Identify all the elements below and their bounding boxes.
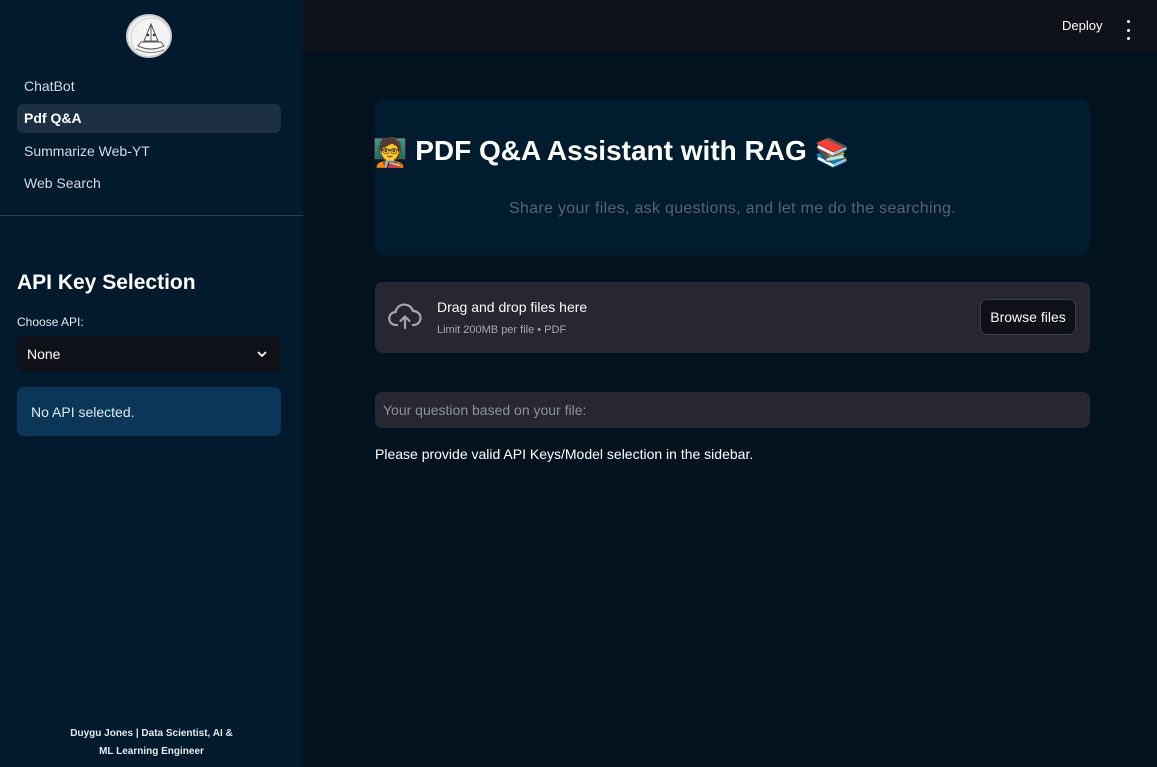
sidebar-divider (0, 215, 303, 216)
browse-files-button[interactable]: Browse files (980, 299, 1076, 335)
footer-line-1: Duygu Jones | Data Scientist, AI & (70, 728, 233, 739)
api-status-alert: No API selected. (17, 387, 281, 436)
hero-card (375, 99, 1090, 255)
footer-line-2: ML Learning Engineer (99, 746, 204, 757)
page-title-text: PDF Q&A Assistant with RAG (415, 135, 807, 166)
api-notice-text: Please provide valid API Keys/Model sele… (375, 446, 754, 462)
page-title: 🧑‍🏫 PDF Q&A Assistant with RAG 📚 (0, 135, 1157, 169)
sidebar-item-pdf-qa[interactable]: Pdf Q&A (17, 103, 281, 133)
api-select[interactable]: None (17, 336, 281, 372)
file-dropzone[interactable]: Drag and drop files here Limit 200MB per… (375, 282, 1090, 353)
api-section-title: API Key Selection (17, 271, 196, 294)
chevron-down-icon (255, 347, 269, 361)
dropzone-limit-text: Limit 200MB per file • PDF (437, 324, 567, 336)
question-input[interactable] (375, 392, 1090, 428)
cloud-upload-icon (388, 303, 422, 331)
teacher-emoji-icon: 🧑‍🏫 (372, 137, 408, 169)
app-root: ChatBot Pdf Q&A Summarize Web-YT Web Sea… (0, 0, 1157, 767)
deploy-button[interactable]: Deploy (1062, 18, 1102, 33)
sidebar-item-web-search[interactable]: Web Search (17, 169, 281, 198)
sidebar-footer: Duygu Jones | Data Scientist, AI & ML Le… (0, 725, 303, 761)
more-vertical-icon[interactable] (1121, 20, 1135, 40)
sidebar-item-chatbot[interactable]: ChatBot (17, 71, 281, 100)
dropzone-title: Drag and drop files here (437, 299, 588, 315)
api-select-value: None (27, 346, 61, 362)
logo-icon (126, 14, 172, 58)
sidebar: ChatBot Pdf Q&A Summarize Web-YT Web Sea… (0, 0, 303, 767)
books-emoji-icon: 📚 (814, 137, 850, 169)
choose-api-label: Choose API: (17, 315, 84, 329)
page-subtitle: Share your files, ask questions, and let… (509, 200, 956, 217)
top-bar: Deploy (303, 0, 1157, 52)
